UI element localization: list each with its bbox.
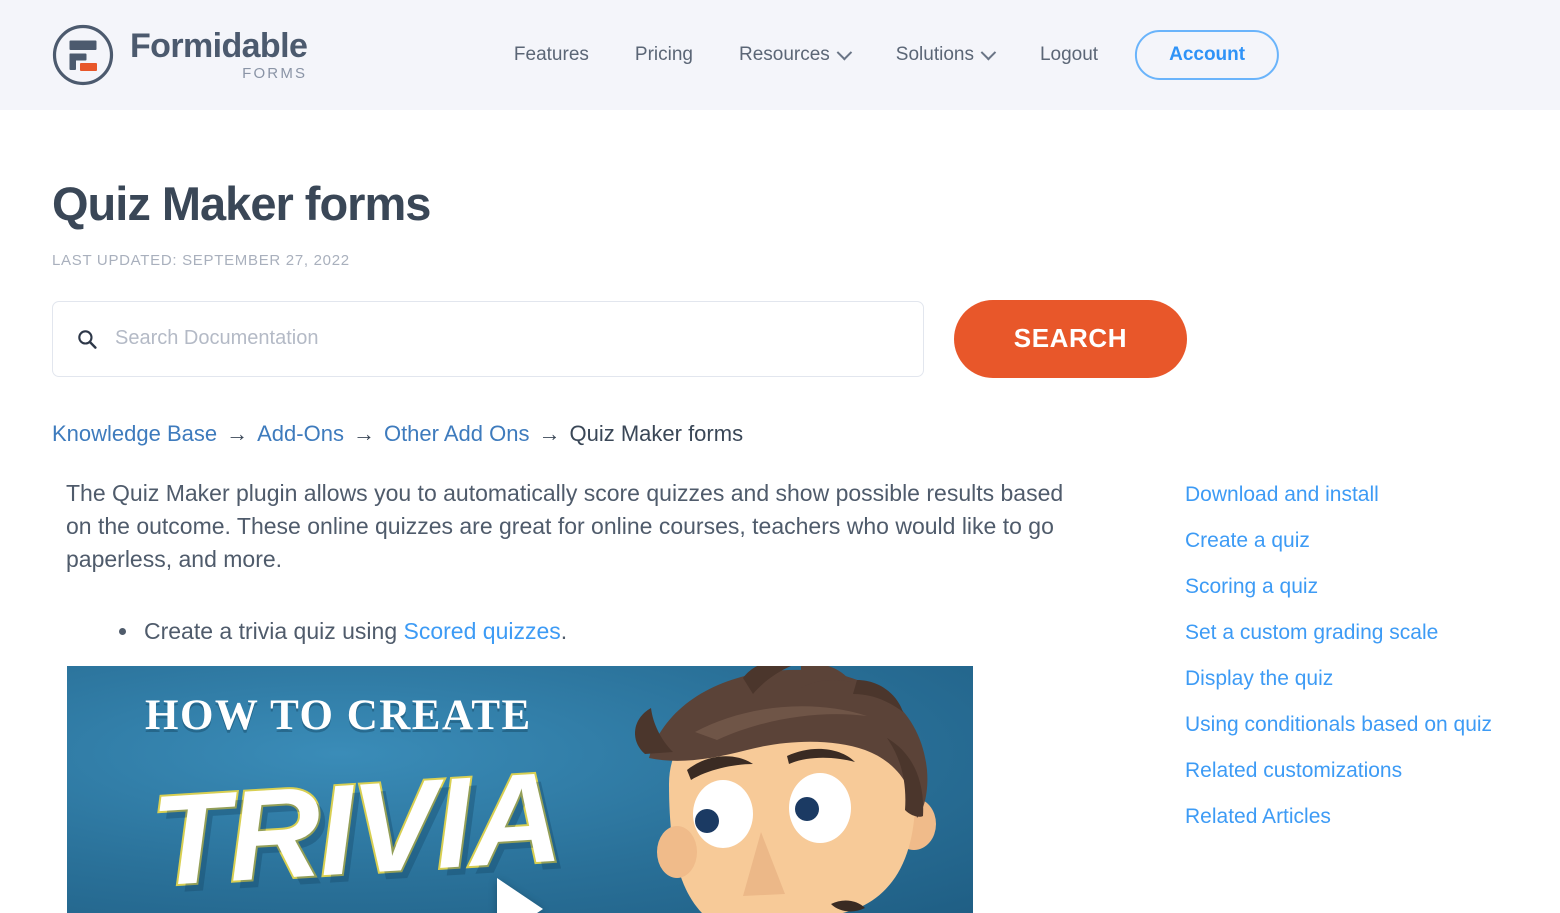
- account-button[interactable]: Account: [1135, 30, 1280, 80]
- toc-link-download-and-install[interactable]: Download and install: [1185, 483, 1508, 507]
- site-header: Formidable FORMS Features Pricing Resour…: [0, 0, 1560, 110]
- video-title-1-text: HOW TO CREATE: [145, 692, 532, 740]
- toc-link-display-the-quiz[interactable]: Display the quiz: [1185, 667, 1508, 691]
- nav-item-logout[interactable]: Logout: [1017, 36, 1121, 74]
- brand-subtitle: FORMS: [242, 64, 308, 82]
- table-of-contents: Download and install Create a quiz Scori…: [1127, 477, 1508, 913]
- brand-logo-link[interactable]: Formidable FORMS: [52, 24, 308, 86]
- nav-item-resources[interactable]: Resources: [716, 36, 873, 74]
- breadcrumb-separator-icon: →: [538, 420, 561, 446]
- search-button[interactable]: SEARCH: [954, 299, 1187, 378]
- breadcrumb: Knowledge Base → Add-Ons → Other Add Ons…: [52, 421, 1508, 447]
- scored-quizzes-link[interactable]: Scored quizzes: [404, 618, 561, 644]
- chevron-down-icon: [836, 44, 853, 60]
- formidable-f-mark-icon: [52, 24, 114, 86]
- breadcrumb-separator-icon: →: [226, 420, 249, 446]
- page-title: Quiz Maker forms: [52, 177, 431, 230]
- breadcrumb-separator-icon: →: [352, 420, 375, 446]
- cartoon-character-illustration: [635, 666, 936, 913]
- search-input[interactable]: [115, 301, 923, 376]
- intro-paragraph: The Quiz Maker plugin allows you to auto…: [66, 479, 1064, 573]
- nav-label: Features: [513, 44, 589, 65]
- feature-bullet-list: Create a trivia quiz using Scored quizze…: [66, 615, 1127, 648]
- brand-wordmark: Formidable FORMS: [130, 27, 308, 82]
- search-icon: [77, 329, 97, 349]
- article-column: The Quiz Maker plugin allows you to auto…: [52, 477, 1127, 913]
- toc-link-scoring-a-quiz[interactable]: Scoring a quiz: [1185, 575, 1508, 599]
- bullet-text-before: Create a trivia quiz using: [144, 617, 404, 644]
- breadcrumb-item-current: Quiz Maker forms: [569, 420, 744, 446]
- list-item: Create a trivia quiz using Scored quizze…: [119, 615, 1127, 648]
- toc-link-using-conditionals-based-on-quiz[interactable]: Using conditionals based on quiz: [1185, 713, 1508, 737]
- nav-label: Solutions: [895, 44, 974, 65]
- search-row: SEARCH: [52, 299, 1508, 378]
- main-navigation: Features Pricing Resources Solutions Log…: [491, 30, 1280, 80]
- toc-link-related-customizations[interactable]: Related customizations: [1185, 759, 1508, 783]
- chevron-down-icon: [980, 44, 997, 60]
- video-title-line-1: HOW TO CREATE: [145, 691, 532, 740]
- nav-label: Resources: [738, 44, 830, 65]
- brand-name: Formidable: [130, 27, 308, 66]
- nav-item-pricing[interactable]: Pricing: [612, 36, 716, 74]
- breadcrumb-item-other-add-ons[interactable]: Other Add Ons: [384, 421, 530, 447]
- nav-item-features[interactable]: Features: [491, 36, 612, 74]
- toc-link-set-a-custom-grading-scale[interactable]: Set a custom grading scale: [1185, 621, 1508, 645]
- nav-item-solutions[interactable]: Solutions: [873, 36, 1017, 74]
- nav-label: Logout: [1039, 44, 1099, 65]
- toc-link-related-articles[interactable]: Related Articles: [1185, 805, 1508, 829]
- bullet-text-after: .: [560, 617, 568, 644]
- play-triangle-icon[interactable]: [497, 878, 543, 913]
- content-area: The Quiz Maker plugin allows you to auto…: [52, 477, 1508, 913]
- nav-label: Pricing: [634, 44, 693, 65]
- page-body: Quiz Maker forms LAST UPDATED: SEPTEMBER…: [0, 178, 1560, 913]
- video-embed[interactable]: HOW TO CREATE TRIVIA: [67, 666, 973, 913]
- breadcrumb-item-add-ons[interactable]: Add-Ons: [257, 421, 344, 447]
- toc-link-create-a-quiz[interactable]: Create a quiz: [1185, 529, 1508, 553]
- breadcrumb-item-knowledge-base[interactable]: Knowledge Base: [52, 421, 217, 447]
- search-field[interactable]: [52, 300, 924, 377]
- last-updated-text: LAST UPDATED: SEPTEMBER 27, 2022: [52, 251, 350, 269]
